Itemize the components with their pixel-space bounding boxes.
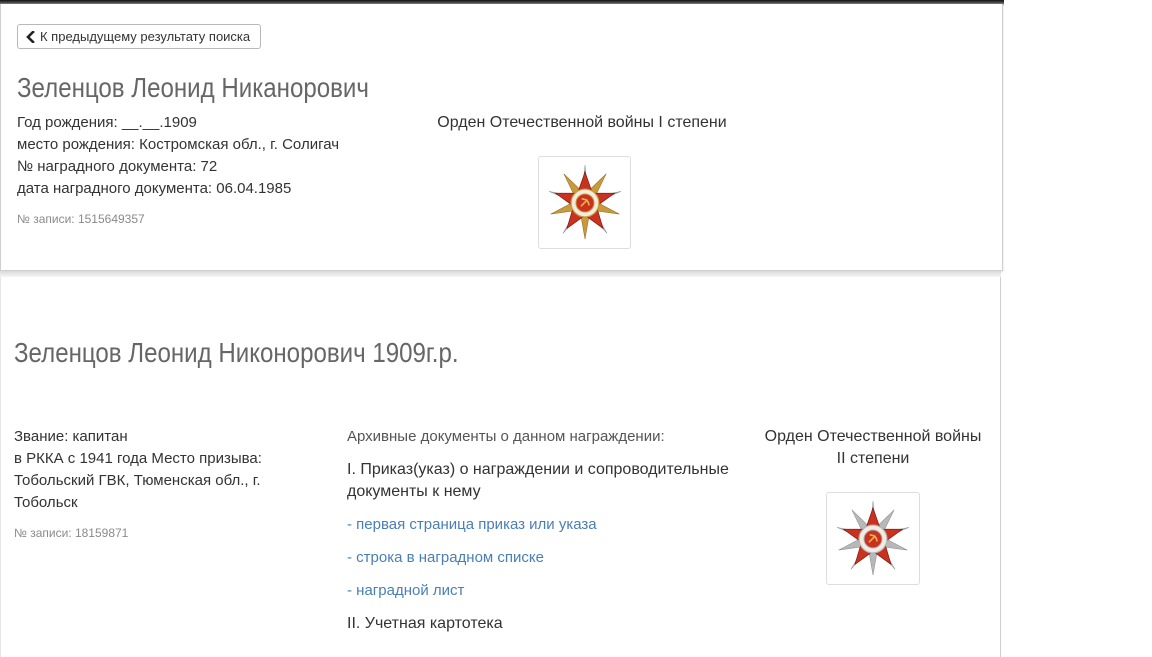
service-line: в РККА с 1941 года Место призыва: [14, 450, 262, 467]
birth-place: место рождения: Костромская обл., г. Сол… [17, 136, 340, 153]
award-title: Орден Отечественной войны I степени [437, 114, 727, 131]
section-title-line: документы к нему [347, 483, 481, 500]
link-award-list-line[interactable]: - строка в наградном списке [347, 547, 544, 569]
section-card-index: II. Учетная картотека [347, 615, 503, 632]
service-line: Тобольский ГВК, Тюменская обл., г. [14, 472, 261, 489]
person-name: Зеленцов Леонид Никанорович [17, 72, 369, 103]
birth-year: Год рождения: __.__.1909 [17, 114, 197, 131]
archive-documents-heading: Архивные документы о данном награждении: [347, 428, 665, 445]
award-document-date: дата наградного документа: 06.04.1985 [17, 180, 292, 197]
section-order-decree: I. Приказ(указ) о награждении и сопровод… [347, 459, 742, 503]
link-award-sheet[interactable]: - наградной лист [347, 580, 464, 602]
order-patriotic-war-icon [837, 500, 909, 575]
search-result-card-1: К предыдущему результату поиска Зеленцов… [0, 4, 1003, 271]
award-title-line: II степени [836, 450, 910, 467]
order-patriotic-war-icon [548, 164, 621, 239]
person-name: Зеленцов Леонид Никонорович 1909г.р. [14, 337, 459, 368]
award-document-number: № наградного документа: 72 [17, 158, 218, 175]
record-id: № записи: 1515649357 [17, 212, 145, 226]
chevron-left-icon [26, 30, 35, 43]
award-image[interactable] [538, 156, 631, 249]
award-title: Орден Отечественной войны II степени [752, 426, 994, 470]
award-title-line: Орден Отечественной войны [764, 428, 982, 445]
link-first-page-order[interactable]: - первая страница приказ или указа [347, 514, 597, 536]
service-line: Тобольск [14, 494, 78, 511]
service-info: Звание: капитан в РККА с 1941 года Место… [14, 426, 304, 514]
award-image[interactable] [826, 492, 920, 585]
back-to-search-button[interactable]: К предыдущему результату поиска [17, 24, 262, 49]
back-button-label: К предыдущему результату поиска [40, 29, 251, 44]
section-title-line: I. Приказ(указ) о награждении и сопровод… [347, 461, 729, 478]
rank: Звание: капитан [14, 428, 128, 445]
record-id: № записи: 18159871 [14, 526, 129, 540]
